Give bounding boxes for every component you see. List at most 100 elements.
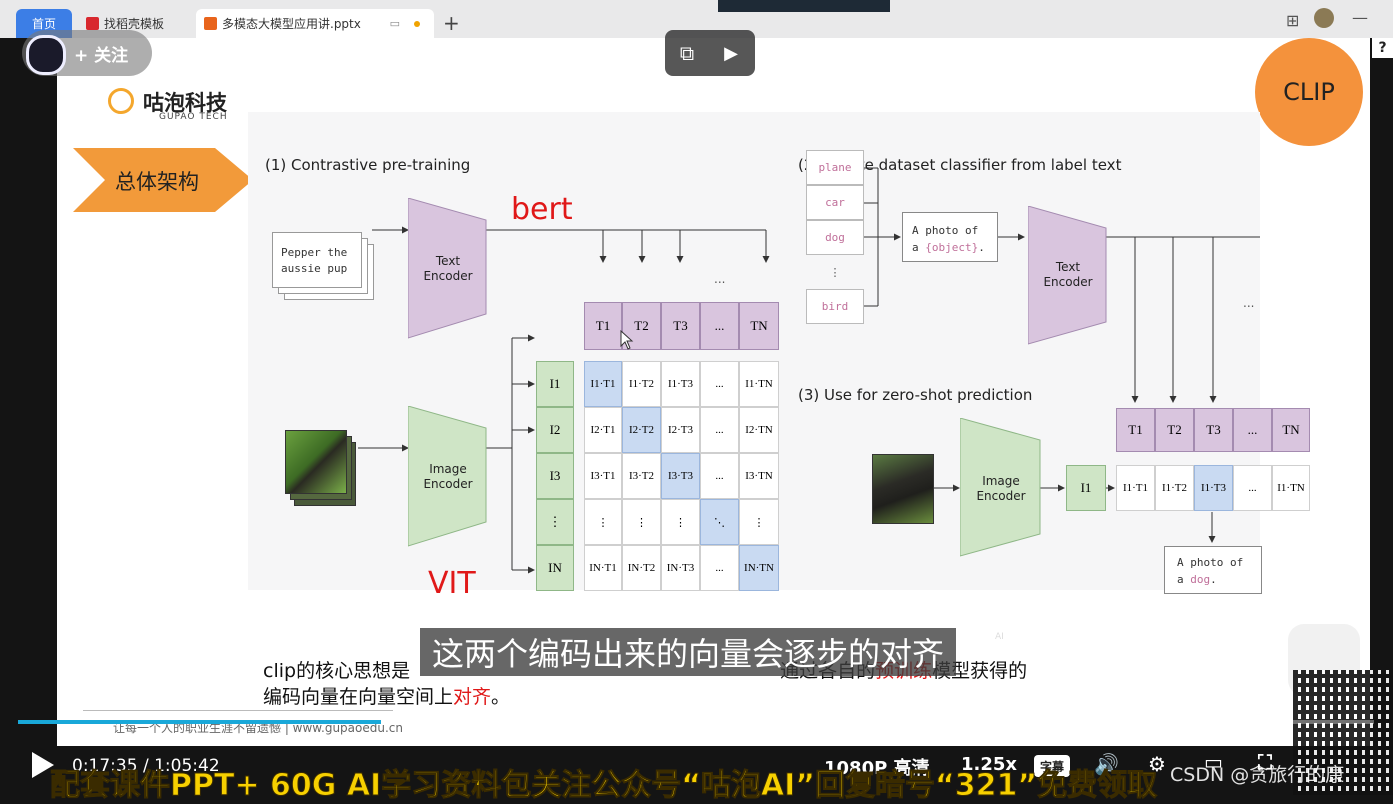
section-title: 总体架构 [115,170,199,194]
matrix-cell-diagonal: I3·T3 [661,453,700,499]
follow-button[interactable]: + 关注 [74,41,128,66]
ppt-icon [204,17,217,30]
matrix-cell: I2·T1 [584,407,622,453]
promo-banner: 配套课件PPT+ 60G AI学习资料包关注公众号“咕泡AI”回复暗号“321”… [49,768,1158,804]
subtitle-text: 这两个编码出来的向量会逐步的对齐 [432,635,945,673]
result-object: dog [1190,573,1211,586]
encoder-label-line: Encoder [976,489,1026,503]
tab-pptx-label: 多模态大模型应用讲.pptx [222,17,361,31]
screen-capture-icon[interactable]: ▶ [716,38,746,68]
template-object: {object} [925,241,979,254]
i-cell: I2 [536,407,574,453]
encoder-label-line: Encoder [423,269,473,283]
matrix-cell: I1·TN [739,361,779,407]
matrix-cell: ... [700,453,739,499]
result-line: a dog. [1177,571,1261,588]
image-encoder-2-label: Image Encoder [960,474,1042,504]
matrix-cell: ... [700,361,739,407]
t-cell: T3 [661,302,700,350]
dog-photo-zeroshot [872,454,934,524]
t-cell: TN [739,302,779,350]
prompt-template: A photo of a {object}. [902,212,998,262]
matrix-cell-diagonal: I2·T2 [622,407,661,453]
i-cell: I1 [536,361,574,407]
dog-image [285,430,347,494]
encoder-label-line: Encoder [1043,275,1093,289]
template-text: a [912,241,926,254]
encoder-label-line: Image [429,462,467,476]
matrix-cell: I1·T2 [622,361,661,407]
label-item: dog [806,220,864,255]
ellipsis: ... [1243,296,1255,310]
matrix-cell: ⋮ [622,499,661,545]
zeroshot-cell-best: I1·T3 [1194,465,1233,511]
label-item: car [806,185,864,220]
vit-annotation: VIT [428,566,476,601]
avatar[interactable] [1314,8,1334,28]
progress-bar[interactable] [18,720,1374,724]
subtitle: 这两个编码出来的向量会逐步的对齐 [420,628,957,676]
matrix-cell: ⋮ [584,499,622,545]
i-cell: I1 [1066,465,1106,511]
monitor-icon[interactable]: ▭ [390,17,400,30]
caption-highlight: 对齐 [453,686,492,708]
matrix-cell: IN·T1 [584,545,622,591]
template-text: . [978,241,985,254]
i-cell: IN [536,545,574,591]
tab-pptx[interactable]: 多模态大模型应用讲.pptx ▭ [196,9,434,38]
panel3-title: (3) Use for zero-shot prediction [798,386,1033,404]
matrix-cell: IN·T2 [622,545,661,591]
result-text: a [1177,573,1191,586]
zeroshot-cell: I1·T1 [1116,465,1155,511]
label-item: bird [806,289,864,324]
top-toolbar-strip [718,0,890,12]
grid-icon[interactable]: ⊞ [1286,11,1299,30]
input-text-line: Pepper the [281,246,348,259]
picture-in-picture-icon[interactable]: ⧉ [672,38,702,68]
matrix-cell: ⋮ [661,499,700,545]
encoder-label-line: Image [982,474,1020,488]
template-line: A photo of [912,224,979,237]
clip-badge: CLIP [1255,38,1363,146]
help-icon[interactable]: ? [1372,38,1393,58]
t-cell: T3 [1194,408,1233,452]
result-text: . [1210,573,1217,586]
text-input-card: Pepper the aussie pup [272,232,362,288]
label-item: plane [806,150,864,185]
image-encoder-label: Image Encoder [408,462,488,492]
t-cell: ... [1233,408,1272,452]
t-cell: T2 [1155,408,1194,452]
window-minimize-button[interactable]: — [1352,8,1368,27]
new-tab-button[interactable]: + [443,11,460,35]
matrix-cell: I3·T1 [584,453,622,499]
csdn-watermark: CSDN @贪旅行的康 [1170,764,1345,786]
matrix-cell: ... [700,407,739,453]
footer-divider [83,710,393,711]
matrix-cell: ... [700,545,739,591]
matrix-cell: I3·T2 [622,453,661,499]
template-line: a {object}. [912,239,997,256]
caption-text: 。 [491,686,511,708]
prediction-result: A photo of a dog. [1164,546,1262,594]
uploader-avatar[interactable] [26,35,66,75]
t-cell: ... [700,302,739,350]
ellipsis: ... [714,272,726,286]
docer-icon [86,17,99,30]
matrix-cell-diagonal: IN·TN [739,545,779,591]
clip-figure: (1) Contrastive pre-training (2) Create … [248,112,1310,601]
matrix-cell: IN·T3 [661,545,700,591]
t-cell: TN [1272,408,1310,452]
unsaved-dot-icon [414,20,420,27]
zeroshot-cell: I1·T2 [1155,465,1194,511]
matrix-cell-diagonal: ⋱ [700,499,739,545]
text-encoder-label: Text Encoder [408,254,488,284]
input-text-line: aussie pup [281,262,348,275]
caption-text: 编码向量在向量空间上 [263,686,454,708]
caption-line-2: 编码向量在向量空间上对齐。 [263,682,510,709]
text-encoder-2-label: Text Encoder [1028,260,1108,290]
bert-annotation: bert [511,192,573,227]
matrix-cell: I2·T3 [661,407,700,453]
result-line: A photo of [1177,556,1244,569]
caption-text: clip的核心思想是 [263,660,411,682]
matrix-cell: I1·T3 [661,361,700,407]
